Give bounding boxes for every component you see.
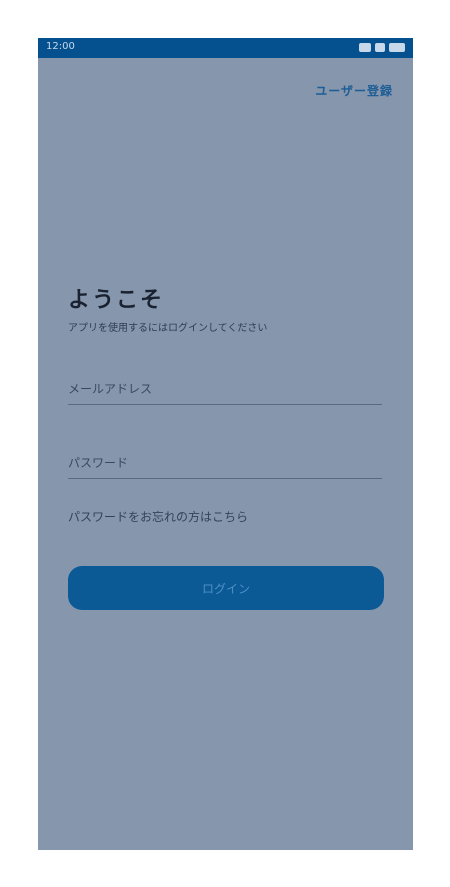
- battery-icon: [389, 43, 405, 52]
- password-input[interactable]: [68, 456, 382, 470]
- status-time: 12:00: [46, 41, 75, 52]
- email-input[interactable]: [68, 382, 382, 396]
- login-button[interactable]: ログイン: [68, 566, 384, 610]
- forgot-password-link[interactable]: パスワードをお忘れの方はこちら: [68, 508, 248, 525]
- email-field: [68, 360, 382, 405]
- status-icons: [359, 43, 405, 52]
- welcome-title: ようこそ: [68, 288, 165, 313]
- status-bar: 12:00: [38, 38, 413, 58]
- password-field: [68, 434, 382, 479]
- signal-icon: [359, 43, 371, 52]
- phone-screen: 12:00 ユーザー登録 ようこそ アプリを使用するにはログインしてください パ…: [38, 38, 413, 850]
- wifi-icon: [375, 43, 385, 52]
- user-register-link[interactable]: ユーザー登録: [315, 82, 393, 99]
- welcome-subtitle: アプリを使用するにはログインしてください: [68, 323, 268, 334]
